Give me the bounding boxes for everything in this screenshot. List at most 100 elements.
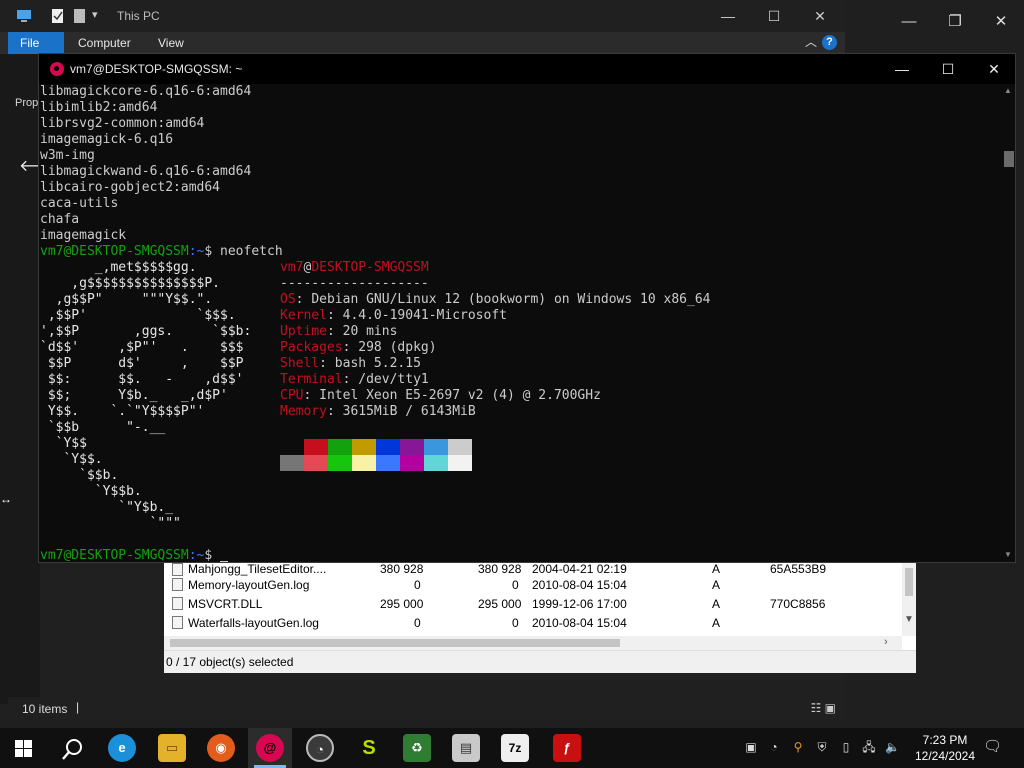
collapse-ribbon-icon[interactable]: ︿ bbox=[805, 33, 817, 50]
table-row[interactable]: Waterfalls-layoutGen.log 0 0 2010-08-04 … bbox=[164, 613, 902, 632]
notifications-icon[interactable]: 🗨 bbox=[983, 739, 1002, 754]
view-toggle-icons[interactable]: ☷ ▣ bbox=[811, 701, 836, 715]
color-swatch bbox=[424, 439, 448, 455]
minimize-icon[interactable]: — bbox=[879, 57, 925, 81]
info-key: Memory bbox=[280, 404, 327, 419]
clock-date: 12/24/2024 bbox=[914, 749, 976, 763]
info-uptime: Uptime: 20 mins bbox=[280, 324, 397, 340]
file-icon bbox=[172, 578, 183, 591]
info-key: Shell bbox=[280, 356, 320, 371]
flash-icon[interactable]: ƒ bbox=[553, 734, 581, 762]
tab-view[interactable]: View bbox=[146, 32, 196, 54]
file-explorer-icon[interactable]: ▭ bbox=[158, 734, 186, 762]
scroll-down-icon[interactable]: ▼ bbox=[904, 614, 914, 625]
ascii-logo-line: Y$$. `.`"Y$$$$P"' bbox=[40, 404, 205, 419]
tray-shield-icon[interactable]: ⛨ bbox=[815, 740, 829, 754]
output-line: chafa bbox=[40, 212, 80, 227]
info-key: Uptime bbox=[280, 324, 327, 339]
tab-computer[interactable]: Computer bbox=[66, 32, 143, 54]
tray-monitor-icon[interactable]: ▣ bbox=[744, 740, 758, 754]
maximize-icon[interactable]: ☐ bbox=[925, 57, 971, 81]
screenshot-icon[interactable]: ▤ bbox=[452, 734, 480, 762]
s-app-icon[interactable]: S bbox=[355, 734, 383, 762]
horizontal-scrollbar[interactable]: › bbox=[164, 636, 902, 650]
color-swatch bbox=[448, 455, 472, 471]
explorer-titlebar[interactable]: ▾ This PC — ☐ ✕ bbox=[0, 0, 845, 32]
recycle-list-icon[interactable]: ♻ bbox=[403, 734, 431, 762]
header-user: vm7 bbox=[280, 260, 304, 275]
close-icon[interactable]: ✕ bbox=[971, 57, 1017, 81]
file-size: 0 bbox=[414, 578, 421, 592]
close-icon[interactable]: ✕ bbox=[797, 4, 843, 28]
close-icon[interactable]: ✕ bbox=[978, 10, 1024, 34]
volume-icon[interactable]: 🔈 bbox=[885, 740, 900, 754]
restore-icon[interactable]: ❐ bbox=[932, 10, 978, 34]
minimize-icon[interactable]: — bbox=[886, 10, 932, 34]
ascii-logo-line: $$: $$. - ,d$$' bbox=[40, 372, 244, 387]
current-prompt-line: vm7@DESKTOP-SMGQSSM:~$ bbox=[40, 548, 229, 562]
quick-access-dropdown-icon[interactable]: ▾ bbox=[92, 8, 98, 21]
terminal-output[interactable]: libmagickcore-6.q16-6:amd64 libimlib2:amd… bbox=[39, 84, 1001, 562]
file-packed-size: 0 bbox=[512, 616, 519, 630]
clock-time: 7:23 PM bbox=[922, 733, 968, 747]
ascii-logo-line: `Y$$b. bbox=[40, 484, 142, 499]
navigation-pane bbox=[0, 54, 40, 704]
color-swatch bbox=[424, 455, 448, 471]
scrollbar-thumb[interactable] bbox=[170, 639, 620, 647]
edge-icon[interactable]: e bbox=[108, 734, 136, 762]
minimize-icon[interactable]: — bbox=[705, 4, 751, 28]
help-icon[interactable]: ? bbox=[822, 35, 837, 50]
obs-icon[interactable]: ◔ bbox=[306, 734, 334, 762]
table-row[interactable]: Memory-layoutGen.log 0 0 2010-08-04 15:0… bbox=[164, 575, 902, 594]
terminal-scrollbar[interactable]: ▲ ▼ bbox=[1001, 84, 1015, 562]
terminal-window[interactable]: vm7@DESKTOP-SMGQSSM: ~ — ☐ ✕ libmagickco… bbox=[38, 53, 1016, 563]
tab-file[interactable]: File bbox=[8, 32, 64, 54]
color-swatch bbox=[280, 455, 304, 471]
color-palette bbox=[280, 439, 472, 471]
table-row[interactable]: MSVCRT.DLL 295 000 295 000 1999-12-06 17… bbox=[164, 594, 902, 613]
info-colon: : bbox=[342, 372, 359, 387]
header-host: DESKTOP-SMGQSSM bbox=[311, 260, 429, 275]
scroll-up-icon[interactable]: ▲ bbox=[1004, 86, 1012, 95]
search-icon[interactable] bbox=[62, 738, 84, 760]
scrollbar-thumb[interactable] bbox=[905, 568, 913, 596]
vertical-scrollbar[interactable]: ▼ bbox=[902, 560, 916, 636]
properties-icon[interactable] bbox=[50, 8, 66, 24]
tray-obs-icon[interactable]: ◔ bbox=[767, 740, 781, 754]
color-swatch bbox=[448, 439, 472, 455]
tray-search-icon[interactable]: ⚲ bbox=[791, 740, 805, 754]
info-value: 20 mins bbox=[342, 324, 398, 339]
ascii-logo-line: `d$$' ,$P"' . $$$ bbox=[40, 340, 244, 355]
file-modified: 2010-08-04 15:04 bbox=[532, 616, 627, 630]
ascii-logo-line: `""" bbox=[40, 516, 181, 531]
color-swatch bbox=[376, 455, 400, 471]
system-clock[interactable]: 7:23 PM 12/24/2024 bbox=[914, 732, 976, 764]
info-colon: : bbox=[342, 340, 359, 355]
firefox-icon[interactable]: ◉ bbox=[207, 734, 235, 762]
color-swatch bbox=[304, 439, 328, 455]
output-line: w3m-img bbox=[40, 148, 95, 163]
scroll-right-icon[interactable]: › bbox=[884, 636, 888, 648]
output-line: imagemagick bbox=[40, 228, 127, 243]
file-modified: 1999-12-06 17:00 bbox=[532, 597, 627, 611]
file-crc: 65A553B9 bbox=[770, 562, 827, 576]
prompt-path: :~ bbox=[188, 548, 205, 562]
output-line: libimlib2:amd64 bbox=[40, 100, 158, 115]
taskbar: e ▭ ◉ @ ◔ S ♻ ▤ 7z ƒ ▣ ◔ ⚲ ⛨ ▯ 🖧 🔈 7:23 … bbox=[0, 728, 1024, 768]
new-folder-icon[interactable] bbox=[72, 8, 88, 24]
scrollbar-thumb[interactable] bbox=[1004, 151, 1014, 167]
debian-terminal-icon[interactable]: @ bbox=[256, 734, 284, 762]
color-swatch bbox=[400, 455, 424, 471]
7zip-icon[interactable]: 7z bbox=[501, 734, 529, 762]
info-shell: Shell: bash 5.2.15 bbox=[280, 356, 421, 372]
ascii-logo-line: `Y$$ bbox=[40, 436, 87, 451]
file-modified: 2004-04-21 02:19 bbox=[532, 562, 627, 576]
output-line: imagemagick-6.q16 bbox=[40, 132, 174, 147]
command-text: neofetch bbox=[220, 244, 283, 259]
scroll-down-icon[interactable]: ▼ bbox=[1004, 550, 1012, 559]
start-icon[interactable] bbox=[15, 740, 32, 757]
maximize-icon[interactable]: ☐ bbox=[751, 4, 797, 28]
terminal-titlebar[interactable]: vm7@DESKTOP-SMGQSSM: ~ — ☐ ✕ bbox=[39, 54, 1015, 84]
tray-usb-icon[interactable]: ▯ bbox=[839, 740, 853, 754]
network-icon[interactable]: 🖧 bbox=[862, 740, 876, 754]
